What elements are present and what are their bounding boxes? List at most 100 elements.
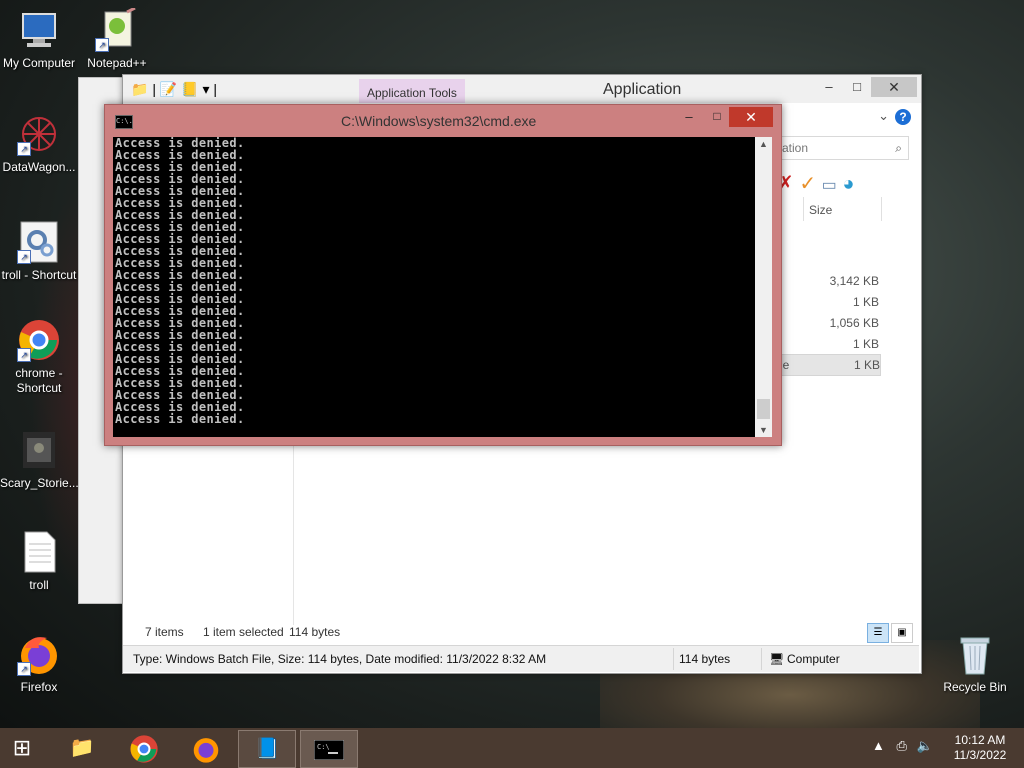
search-icon: ⌕ bbox=[895, 141, 902, 155]
shortcut-arrow-icon: ↗ bbox=[95, 38, 109, 52]
console-line: Access is denied. bbox=[115, 412, 245, 426]
help-icon[interactable]: ? bbox=[895, 109, 911, 125]
column-divider bbox=[803, 197, 804, 221]
scroll-up-icon[interactable]: ▲ bbox=[755, 139, 772, 149]
close-button[interactable]: ✕ bbox=[871, 77, 917, 97]
cmd-title: C:\Windows\system32\cmd.exe bbox=[341, 113, 537, 129]
desktop-icon-label: Firefox bbox=[20, 680, 58, 694]
desktop-icon-troll-shortcut[interactable]: ↗ troll - Shortcut bbox=[0, 220, 78, 283]
network-icon[interactable]: ⎙ bbox=[897, 738, 907, 753]
file-size: 1,056 KB bbox=[829, 316, 879, 330]
text-file-icon bbox=[17, 530, 61, 574]
pane-divider bbox=[293, 435, 294, 625]
cmd-close-button[interactable]: ✕ bbox=[729, 107, 773, 127]
shortcut-arrow-icon: ↗ bbox=[17, 662, 31, 676]
details-view-icon[interactable]: ☰ bbox=[867, 623, 889, 643]
ribbon-tab-application-tools[interactable]: Application Tools bbox=[359, 79, 465, 103]
shortcut-arrow-icon: ↗ bbox=[17, 250, 31, 264]
details-bar: Type: Windows Batch File, Size: 114 byte… bbox=[123, 645, 919, 672]
selection-size: 114 bytes bbox=[289, 625, 341, 639]
cmd-window[interactable]: C:\. C:\Windows\system32\cmd.exe – □ ✕ A… bbox=[104, 104, 782, 446]
clock-time: 10:12 AM bbox=[954, 733, 1006, 747]
explorer-title-bar[interactable]: 📁 | 📝 📒 ▾ | Application Tools Applicatio… bbox=[123, 75, 921, 103]
taskbar: ⊞ 📁 📘 C:\ ▲ ⎙ 🔈 10:12 AM 11/3/2022 bbox=[0, 728, 1024, 768]
search-text: ation bbox=[782, 141, 809, 155]
desktop-icon-label: Scary_Storie... bbox=[0, 476, 79, 490]
notepad-plus-plus-icon: ↗ bbox=[95, 6, 139, 52]
desktop-icon-label: chrome - Shortcut bbox=[15, 366, 63, 395]
details-size: 114 bytes bbox=[679, 652, 731, 666]
datawagon-icon: ↗ bbox=[17, 112, 61, 156]
desktop-icon-chrome-shortcut[interactable]: ↗ chrome - Shortcut bbox=[0, 318, 78, 396]
chevron-down-icon[interactable]: ⌄ bbox=[878, 108, 889, 124]
cmd-minimize-button[interactable]: – bbox=[679, 109, 699, 127]
properties-icon[interactable]: ▭ bbox=[822, 177, 837, 194]
settings-gears-icon: ↗ bbox=[17, 220, 61, 264]
divider bbox=[761, 648, 762, 670]
file-row[interactable]: 1,056 KB bbox=[773, 313, 879, 333]
svg-text:C:\: C:\ bbox=[317, 743, 330, 751]
maximize-button[interactable]: □ bbox=[843, 77, 871, 97]
show-hidden-icons-icon[interactable]: ▲ bbox=[872, 738, 885, 753]
desktop-icon-recycle-bin[interactable]: Recycle Bin bbox=[936, 632, 1014, 695]
desktop-icon-label: troll bbox=[29, 578, 49, 592]
selection-count: 1 item selected bbox=[203, 625, 284, 639]
cmd-maximize-button[interactable]: □ bbox=[707, 109, 727, 127]
desktop-icon-notepad-plus-plus[interactable]: ↗ Notepad++ bbox=[78, 6, 156, 71]
desktop-icon-label: Recycle Bin bbox=[943, 680, 1007, 694]
desktop-icon-label: troll - Shortcut bbox=[1, 268, 77, 282]
column-divider bbox=[881, 197, 882, 221]
status-bar: 7 items 1 item selected 114 bytes bbox=[123, 619, 921, 645]
taskbar-notepad-icon[interactable]: 📘 bbox=[238, 730, 296, 768]
file-details: Type: Windows Batch File, Size: 114 byte… bbox=[133, 652, 547, 666]
desktop-icon-scary-stories[interactable]: Scary_Storie... bbox=[0, 428, 79, 491]
start-button[interactable]: ⊞ bbox=[8, 736, 36, 760]
taskbar-file-explorer-icon[interactable]: 📁 bbox=[54, 730, 110, 766]
divider bbox=[673, 648, 674, 670]
large-icons-view-icon[interactable]: ▣ bbox=[891, 623, 913, 643]
taskbar-firefox-icon[interactable] bbox=[178, 730, 234, 766]
file-row[interactable]: 1 KB bbox=[773, 292, 879, 312]
taskbar-cmd-icon[interactable]: C:\ bbox=[300, 730, 358, 768]
desktop-icon-label: DataWagon... bbox=[2, 160, 76, 174]
recycle-bin-icon bbox=[953, 632, 997, 676]
console-scrollbar[interactable]: ▲ ▼ bbox=[755, 137, 772, 437]
ribbon-icons[interactable]: ✗ ✓ ▭ ◕ bbox=[777, 171, 854, 196]
scroll-down-icon[interactable]: ▼ bbox=[755, 425, 772, 435]
search-input[interactable]: ation ⌕ bbox=[775, 136, 909, 160]
desktop-icon-label: My Computer bbox=[2, 56, 76, 70]
globe-icon[interactable]: ◕ bbox=[842, 173, 854, 195]
shortcut-arrow-icon: ↗ bbox=[17, 348, 31, 362]
desktop-icon-troll[interactable]: troll bbox=[0, 530, 78, 593]
desktop-icon-datawagon[interactable]: ↗ DataWagon... bbox=[0, 112, 78, 175]
file-size: 3,142 KB bbox=[829, 274, 879, 288]
console-output[interactable]: Access is denied. Access is denied. Access… bbox=[113, 137, 755, 437]
firefox-icon: ↗ bbox=[17, 632, 61, 676]
scrollbar-thumb[interactable] bbox=[757, 399, 770, 419]
desktop-icon-firefox[interactable]: ↗ Firefox bbox=[0, 632, 78, 695]
file-size: 1 KB bbox=[852, 295, 879, 309]
system-tray[interactable]: ▲ ⎙ 🔈 bbox=[872, 738, 933, 754]
desktop-icon-label: Notepad++ bbox=[87, 56, 147, 70]
file-row[interactable]: 3,142 KB bbox=[773, 271, 879, 291]
chrome-icon: ↗ bbox=[17, 318, 61, 362]
file-size: 1 KB bbox=[853, 358, 880, 372]
quick-access-toolbar-icons[interactable]: 📁 | 📝 📒 ▾ | bbox=[131, 81, 217, 98]
computer-icon: 🖥 bbox=[769, 652, 785, 666]
file-size: 1 KB bbox=[852, 337, 879, 351]
checkmark-icon[interactable]: ✓ bbox=[799, 173, 816, 195]
minimize-button[interactable]: – bbox=[815, 77, 843, 97]
computer-icon bbox=[17, 8, 61, 52]
file-row-selected[interactable]: le 1 KB bbox=[773, 354, 881, 376]
column-header-size[interactable]: Size bbox=[809, 203, 832, 217]
taskbar-chrome-icon[interactable] bbox=[116, 730, 172, 766]
desktop-icon-my-computer[interactable]: My Computer bbox=[0, 8, 78, 71]
explorer-title: Application bbox=[603, 81, 682, 98]
shortcut-arrow-icon: ↗ bbox=[17, 142, 31, 156]
details-location: Computer bbox=[787, 652, 840, 666]
clock[interactable]: 10:12 AM 11/3/2022 bbox=[950, 733, 1010, 763]
cmd-system-icon[interactable]: C:\. bbox=[115, 115, 133, 129]
item-count: 7 items bbox=[145, 625, 184, 639]
file-row[interactable]: 1 KB bbox=[773, 334, 879, 354]
volume-icon[interactable]: 🔈 bbox=[917, 738, 933, 753]
